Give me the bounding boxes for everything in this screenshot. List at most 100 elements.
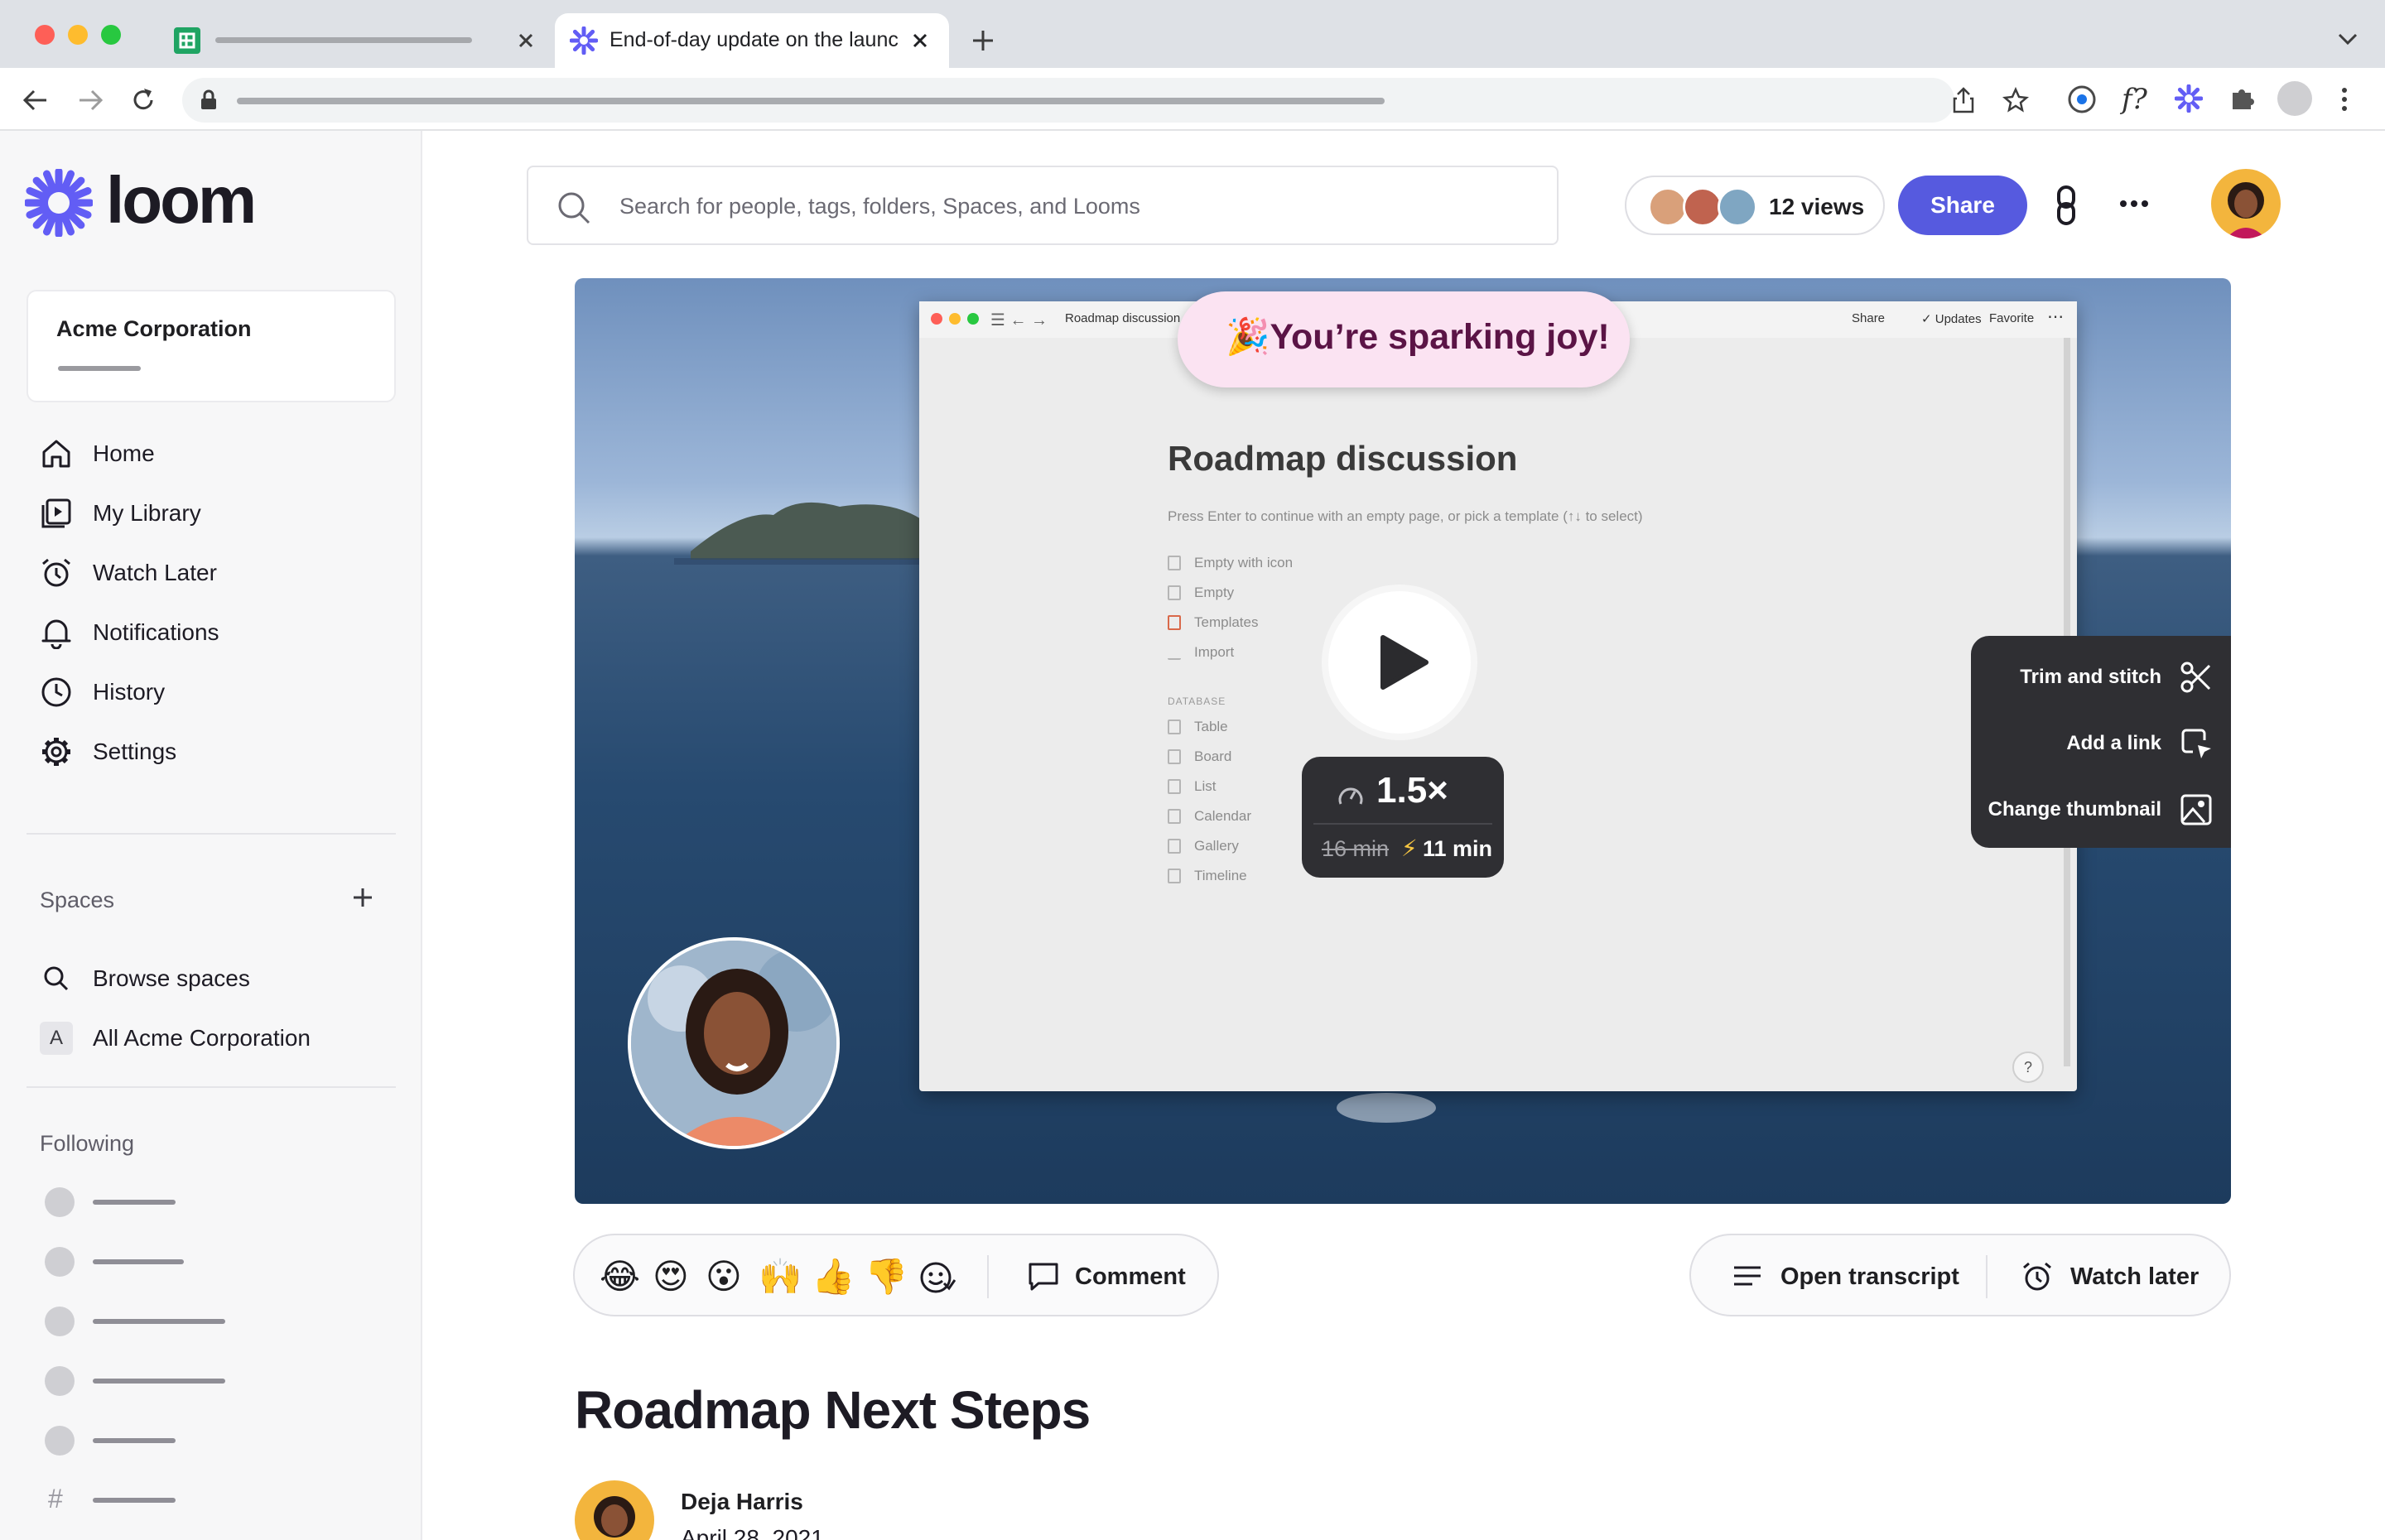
reaction-raised-hands[interactable]: 🙌 <box>759 1257 802 1297</box>
maximize-window-button[interactable] <box>101 25 121 45</box>
loom-wordmark[interactable]: loom <box>106 162 257 238</box>
tab-search-chevron-icon[interactable] <box>2337 31 2358 46</box>
user-avatar[interactable] <box>2211 169 2281 238</box>
playback-speed-badge[interactable]: 1.5× 16 min ⚡ 11 min <box>1302 757 1504 878</box>
copy-link-icon[interactable] <box>2052 184 2080 227</box>
hashtag-icon: # <box>48 1484 63 1514</box>
cursor-click-icon <box>2181 729 2211 758</box>
extension-formula-icon[interactable]: f? <box>2122 83 2147 116</box>
reaction-banner: 🎉You’re sparking joy! <box>1178 291 1630 387</box>
new-tab-icon[interactable] <box>971 28 995 53</box>
nav-watch-later[interactable]: Watch Later <box>40 553 388 593</box>
screen-hint: Press Enter to continue with an empty pa… <box>1168 508 1643 524</box>
change-thumbnail-button[interactable]: Change thumbnail <box>1988 790 2213 830</box>
library-icon <box>40 497 73 530</box>
workspace-switcher[interactable]: Acme Corporation <box>26 290 396 402</box>
browser-tab-loom[interactable]: End-of-day update on the launc <box>555 13 949 68</box>
following-item[interactable] <box>45 1187 293 1217</box>
browser-menu-icon[interactable] <box>2340 86 2349 113</box>
following-item[interactable]: # <box>45 1484 293 1515</box>
tab-title-placeholder <box>215 37 472 43</box>
video-player[interactable]: ☰ ← → Roadmap discussion Share ✓ Updates… <box>575 278 2231 1204</box>
play-button[interactable] <box>1328 591 1471 734</box>
trim-and-stitch-button[interactable]: Trim and stitch <box>2020 657 2213 697</box>
back-arrow-icon[interactable] <box>22 86 50 114</box>
nav-label: History <box>93 679 166 705</box>
more-options-icon[interactable] <box>2118 199 2150 209</box>
author-name[interactable]: Deja Harris <box>681 1489 803 1515</box>
sidebar-divider <box>26 1086 396 1088</box>
nav-history[interactable]: History <box>40 672 388 712</box>
name-placeholder <box>93 1259 184 1264</box>
screen-tab-title: Roadmap discussion <box>1065 311 1181 325</box>
extension-password-icon[interactable] <box>2067 84 2097 114</box>
following-item[interactable] <box>45 1307 293 1336</box>
video-secondary-actions: Open transcript Watch later <box>1689 1234 2231 1316</box>
address-bar[interactable] <box>182 78 2029 123</box>
add-a-link-button[interactable]: Add a link <box>2066 724 2213 763</box>
share-button[interactable]: Share <box>1898 176 2027 235</box>
sidebar-item-browse-spaces[interactable]: Browse spaces <box>40 959 388 999</box>
nav-notifications[interactable]: Notifications <box>40 613 388 652</box>
reaction-thumbs-up[interactable]: 👍 <box>812 1257 855 1297</box>
extensions-puzzle-icon[interactable] <box>2228 84 2256 113</box>
actions-divider <box>1986 1255 1988 1298</box>
space-label: All Acme Corporation <box>93 1025 311 1051</box>
space-badge: A <box>40 1022 73 1055</box>
watch-later-label: Watch later <box>2070 1263 2200 1290</box>
party-popper-icon: 🎉 <box>1226 316 1270 358</box>
sidebar-divider <box>26 833 396 835</box>
screen-db-item: Board <box>1168 748 1231 765</box>
screen-db-item: Table <box>1168 719 1228 735</box>
screen-menu-item: Empty with icon <box>1168 555 1293 571</box>
screen-db-item: Calendar <box>1168 808 1251 825</box>
extension-loom-icon[interactable] <box>2175 84 2203 113</box>
forward-arrow-icon[interactable] <box>76 86 104 114</box>
presenter-camera-bubble[interactable] <box>628 937 840 1149</box>
following-header: Following <box>40 1131 135 1156</box>
clock-icon <box>40 676 73 709</box>
shared-screen: ☰ ← → Roadmap discussion Share ✓ Updates… <box>919 301 2077 1091</box>
nav-home[interactable]: Home <box>40 434 388 474</box>
add-reaction-icon[interactable] <box>918 1258 956 1297</box>
close-tab-icon[interactable] <box>909 30 931 51</box>
views-button[interactable]: 12 views <box>1625 176 1885 235</box>
browser-profile-avatar[interactable] <box>2277 81 2312 116</box>
speedometer-icon <box>1337 782 1365 810</box>
following-item[interactable] <box>45 1366 293 1396</box>
publish-date: April 28, 2021 <box>681 1525 824 1540</box>
following-item[interactable] <box>45 1247 293 1277</box>
original-duration: 16 min <box>1322 836 1390 861</box>
reaction-thumbs-down[interactable]: 👎 <box>865 1257 908 1297</box>
following-item[interactable] <box>45 1426 293 1456</box>
browser-tab-sheets[interactable] <box>157 13 547 68</box>
close-tab-icon[interactable] <box>515 30 537 51</box>
add-space-plus-icon[interactable] <box>351 886 374 909</box>
nav-settings[interactable]: Settings <box>40 732 388 772</box>
nav-my-library[interactable]: My Library <box>40 493 388 533</box>
loom-logo-icon[interactable] <box>25 169 93 237</box>
tool-label: Trim and stitch <box>2020 666 2161 688</box>
avatar <box>45 1187 75 1217</box>
open-transcript-button[interactable]: Open transcript <box>1731 1257 1959 1297</box>
close-window-button[interactable] <box>35 25 55 45</box>
reaction-heart-eyes[interactable]: 😍 <box>653 1257 689 1297</box>
reaction-surprised[interactable]: 😮 <box>706 1257 742 1297</box>
screen-page-title: Roadmap discussion <box>1168 439 1518 478</box>
video-title: Roadmap Next Steps <box>575 1380 1091 1440</box>
watch-later-button[interactable]: Watch later <box>2021 1257 2199 1297</box>
search-input[interactable]: Search for people, tags, folders, Spaces… <box>527 166 1559 245</box>
minimize-window-button[interactable] <box>68 25 88 45</box>
sidebar-item-all-acme[interactable]: A All Acme Corporation <box>40 1018 388 1058</box>
reaction-laughing[interactable]: 😂 <box>600 1257 640 1297</box>
comment-button[interactable]: Comment <box>1027 1257 1186 1297</box>
space-label: Browse spaces <box>93 965 250 991</box>
loom-favicon-icon <box>570 26 598 55</box>
nav-label: Watch Later <box>93 560 217 585</box>
author-avatar[interactable] <box>575 1480 654 1540</box>
name-placeholder <box>93 1319 225 1324</box>
bookmark-star-icon[interactable] <box>2002 87 2029 113</box>
share-page-icon[interactable] <box>1951 86 1976 114</box>
reload-icon[interactable] <box>129 86 157 114</box>
workspace-name: Acme Corporation <box>56 316 252 341</box>
